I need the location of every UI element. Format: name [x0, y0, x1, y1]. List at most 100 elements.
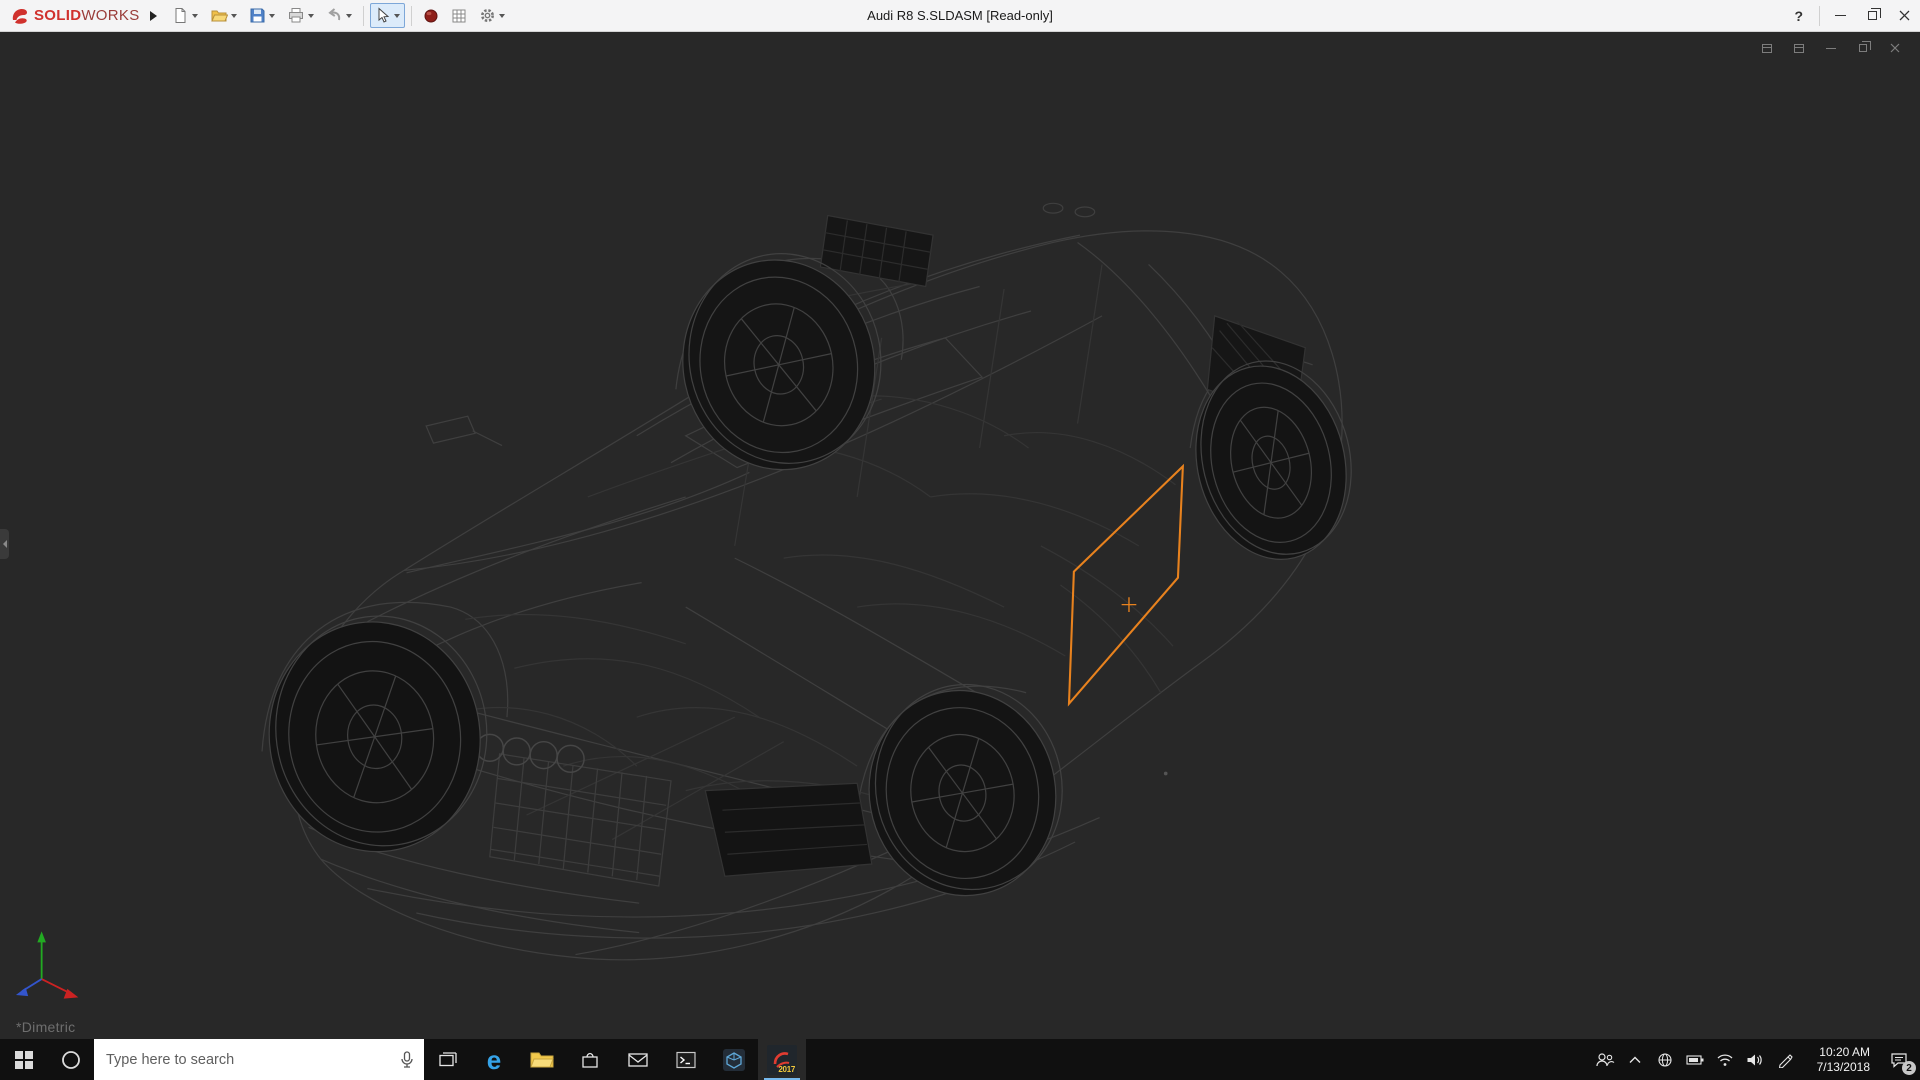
search-input[interactable] — [106, 1052, 392, 1068]
solidworks-app-icon: 2017 — [767, 1045, 797, 1075]
panel-collapse-tab[interactable] — [0, 529, 9, 559]
tray-overflow-button[interactable] — [1620, 1039, 1650, 1080]
document-window-controls — [1756, 40, 1906, 56]
people-icon — [1595, 1052, 1615, 1068]
windows-logo-icon — [15, 1051, 33, 1069]
clock-date: 7/13/2018 — [1817, 1060, 1870, 1075]
print-dropdown-icon[interactable] — [308, 14, 314, 18]
table-grid-icon — [451, 8, 467, 24]
pen-button[interactable] — [1770, 1039, 1800, 1080]
command-prompt-icon — [675, 1050, 697, 1070]
clock[interactable]: 10:20 AM 7/13/2018 — [1800, 1039, 1878, 1080]
taskbar-app-3d-viewer[interactable] — [710, 1039, 758, 1080]
brand-works: WORKS — [81, 7, 139, 24]
taskbar-app-solidworks[interactable]: 2017 — [758, 1039, 806, 1080]
open-document-button[interactable] — [205, 3, 242, 28]
notification-badge: 2 — [1902, 1061, 1916, 1075]
mail-envelope-icon — [627, 1051, 649, 1069]
quick-access-toolbar — [167, 3, 510, 28]
restore-button[interactable] — [1856, 0, 1888, 31]
selection-highlight[interactable] — [1069, 466, 1183, 703]
3d-viewer-icon — [722, 1048, 746, 1072]
wifi-icon — [1716, 1053, 1734, 1067]
clock-time: 10:20 AM — [1819, 1045, 1870, 1060]
audi-rings — [476, 734, 584, 772]
battery-icon — [1686, 1054, 1704, 1066]
new-document-button[interactable] — [167, 3, 203, 28]
undo-button[interactable] — [321, 3, 357, 28]
network-button[interactable] — [1650, 1039, 1680, 1080]
windows-taskbar: e — [0, 1039, 1920, 1080]
doc-pane-button-2[interactable] — [1788, 40, 1810, 56]
taskbar-search[interactable] — [94, 1039, 424, 1080]
open-folder-icon — [210, 7, 228, 24]
save-dropdown-icon[interactable] — [269, 14, 275, 18]
settings-gear-icon — [479, 7, 496, 24]
battery-button[interactable] — [1680, 1039, 1710, 1080]
task-view-button[interactable] — [424, 1039, 470, 1080]
rebuild-sphere-icon — [423, 8, 439, 24]
minimize-icon — [1835, 15, 1846, 16]
solidworks-logo-icon — [10, 6, 30, 26]
toolbar-separator — [1819, 6, 1820, 26]
rebuild-button[interactable] — [418, 4, 444, 28]
options-button[interactable] — [474, 3, 510, 28]
save-button[interactable] — [244, 3, 280, 28]
taskbar-app-store[interactable] — [566, 1039, 614, 1080]
options-dropdown-icon[interactable] — [499, 14, 505, 18]
new-document-dropdown-icon[interactable] — [192, 14, 198, 18]
open-dropdown-icon[interactable] — [231, 14, 237, 18]
microphone-icon[interactable] — [400, 1051, 414, 1069]
wheel-front-left — [254, 602, 503, 865]
undo-dropdown-icon[interactable] — [346, 14, 352, 18]
start-button[interactable] — [0, 1039, 48, 1080]
file-properties-button[interactable] — [446, 4, 472, 28]
doc-close-icon — [1890, 43, 1900, 53]
solidworks-year-badge: 2017 — [778, 1065, 795, 1074]
volume-button[interactable] — [1740, 1039, 1770, 1080]
close-button[interactable] — [1888, 0, 1920, 31]
cortana-button[interactable] — [48, 1039, 94, 1080]
pane-icon — [1762, 44, 1772, 53]
window-title: Audi R8 S.SLDASM [Read-only] — [867, 8, 1053, 23]
action-center-button[interactable]: 2 — [1878, 1039, 1920, 1080]
speaker-icon — [1746, 1053, 1764, 1067]
view-orientation-label: *Dimetric — [16, 1019, 75, 1035]
taskbar-app-command-prompt[interactable] — [662, 1039, 710, 1080]
brand-text: SOLIDWORKS — [34, 7, 140, 24]
close-icon — [1899, 10, 1910, 21]
graphics-viewport[interactable]: *Dimetric — [0, 32, 1920, 1039]
chevron-up-icon — [1629, 1056, 1641, 1064]
undo-arrow-icon — [326, 7, 343, 24]
select-tool-button[interactable] — [370, 3, 405, 28]
menu-expand-arrow-icon[interactable] — [150, 11, 157, 21]
select-dropdown-icon[interactable] — [394, 14, 400, 18]
minimize-button[interactable] — [1824, 0, 1856, 31]
taskbar-app-file-explorer[interactable] — [518, 1039, 566, 1080]
taskbar-app-mail[interactable] — [614, 1039, 662, 1080]
wifi-button[interactable] — [1710, 1039, 1740, 1080]
wireframe-car-scene — [0, 32, 1920, 1039]
task-view-icon — [437, 1051, 457, 1069]
doc-pane-button[interactable] — [1756, 40, 1778, 56]
doc-restore-icon — [1859, 44, 1867, 52]
toolbar-separator — [363, 6, 364, 26]
restore-icon — [1868, 11, 1877, 20]
doc-restore-button[interactable] — [1852, 40, 1874, 56]
pen-icon — [1777, 1052, 1793, 1068]
solidworks-logo: SOLIDWORKS — [0, 6, 146, 26]
pane-icon — [1794, 44, 1804, 53]
wireframe-grille — [490, 754, 671, 886]
file-explorer-icon — [530, 1050, 554, 1070]
help-button[interactable]: ? — [1782, 8, 1815, 24]
wheel-front-right — [852, 670, 1079, 911]
people-button[interactable] — [1590, 1039, 1620, 1080]
doc-minimize-button[interactable] — [1820, 40, 1842, 56]
save-floppy-icon — [249, 7, 266, 24]
doc-close-button[interactable] — [1884, 40, 1906, 56]
taskbar-app-edge[interactable]: e — [470, 1039, 518, 1080]
print-button[interactable] — [282, 3, 319, 28]
globe-network-icon — [1657, 1052, 1673, 1068]
titlebar-right-controls: ? — [1782, 0, 1920, 31]
titlebar: SOLIDWORKS — [0, 0, 1920, 32]
